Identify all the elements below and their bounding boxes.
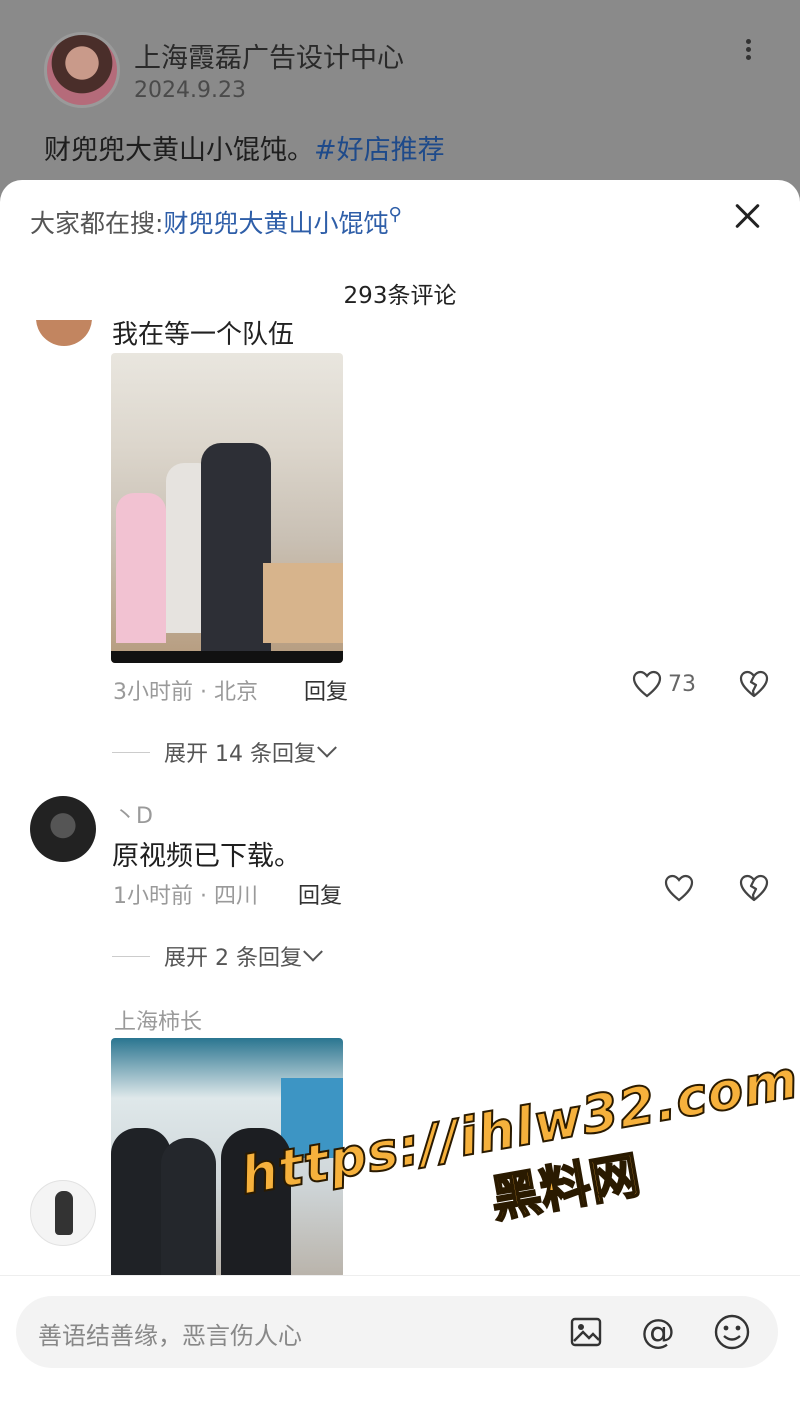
like-button[interactable] (664, 874, 694, 902)
reply-button[interactable]: 回复 (304, 674, 348, 706)
like-button[interactable]: 73 (632, 670, 696, 698)
comment-input-bar: 善语结善缘，恶言伤人心 @ (0, 1275, 800, 1402)
post-hashtag[interactable]: #好店推荐 (314, 135, 445, 166)
mention-icon[interactable]: @ (638, 1312, 678, 1352)
more-options-icon[interactable] (738, 36, 758, 66)
comment-text: 我在等一个队伍 (112, 320, 295, 350)
emoji-icon[interactable] (712, 1312, 752, 1352)
avatar[interactable] (30, 796, 96, 862)
chevron-down-icon (303, 941, 323, 962)
comment-input[interactable]: 善语结善缘，恶言伤人心 @ (16, 1296, 778, 1368)
avatar[interactable] (30, 1180, 96, 1246)
avatar[interactable] (36, 320, 92, 346)
comment-meta: 3小时前 · 北京 (113, 680, 258, 705)
like-count: 73 (668, 671, 696, 697)
author-avatar[interactable] (44, 32, 120, 108)
comment-input-placeholder: 善语结善缘，恶言伤人心 (38, 1322, 302, 1350)
background-post: 上海霞磊广告设计中心 2024.9.23 财兜兜大黄山小馄饨。#好店推荐 (0, 0, 800, 200)
expand-replies[interactable]: 展开 2 条回复 (112, 940, 323, 972)
search-icon: ⚲ (388, 204, 402, 225)
expand-replies-label: 展开 2 条回复 (164, 946, 302, 971)
comment-text: 原视频已下载。 (112, 841, 301, 872)
comment-image[interactable] (111, 353, 343, 663)
dislike-button[interactable] (739, 874, 769, 906)
broken-heart-icon (739, 670, 769, 698)
trending-search[interactable]: 大家都在搜:财兜兜大黄山小馄饨⚲ (30, 204, 402, 240)
comment-meta: 1小时前 · 四川 (113, 884, 258, 909)
expand-replies-label: 展开 14 条回复 (164, 742, 316, 767)
comment-username[interactable]: 上海柿长 (114, 1004, 202, 1036)
expand-replies[interactable]: 展开 14 条回复 (112, 736, 337, 768)
search-prefix: 大家都在搜: (30, 209, 164, 238)
dislike-button[interactable] (739, 670, 769, 702)
heart-icon (664, 874, 694, 902)
post-date: 2024.9.23 (134, 78, 246, 103)
broken-heart-icon (739, 874, 769, 902)
reply-button[interactable]: 回复 (298, 878, 342, 910)
image-icon[interactable] (566, 1312, 606, 1352)
comment-count: 293条评论 (343, 283, 457, 309)
search-keyword[interactable]: 财兜兜大黄山小馄饨 (163, 209, 388, 238)
author-name[interactable]: 上海霞磊广告设计中心 (134, 36, 404, 75)
comment-username[interactable]: 丶D (114, 798, 153, 830)
heart-icon (632, 670, 662, 698)
post-body: 财兜兜大黄山小馄饨。 (44, 135, 314, 166)
chevron-down-icon (317, 737, 337, 758)
post-text: 财兜兜大黄山小馄饨。#好店推荐 (44, 128, 445, 167)
close-icon[interactable] (732, 200, 764, 232)
